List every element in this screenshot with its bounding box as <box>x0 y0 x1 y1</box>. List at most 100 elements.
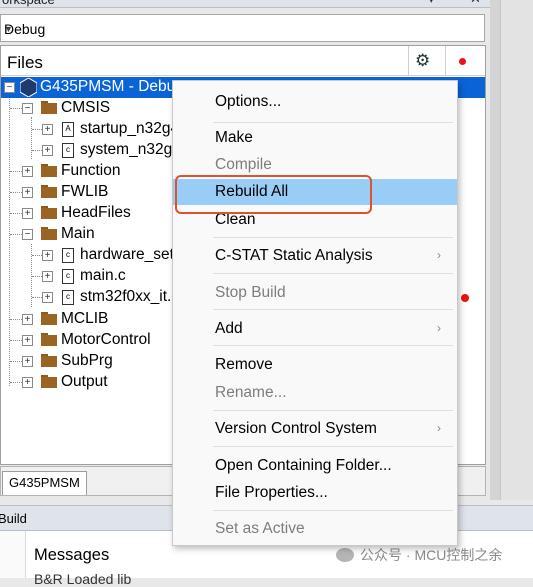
messages-column-header[interactable]: Messages <box>34 546 109 565</box>
tree-guide-line <box>10 171 22 172</box>
menu-item-version-control[interactable]: Version Control System › <box>173 416 457 442</box>
tree-guide-line <box>32 297 42 298</box>
annotation-highlight <box>175 175 372 214</box>
tree-item-label: main.c <box>80 267 126 284</box>
expand-icon[interactable]: + <box>22 187 33 198</box>
folder-icon <box>41 101 57 114</box>
tree-guide-line <box>10 319 22 320</box>
folder-icon <box>41 164 57 177</box>
menu-item-cstat[interactable]: C-STAT Static Analysis › <box>173 243 457 269</box>
pane-menu-icon[interactable]: ▾ <box>428 0 435 7</box>
menu-separator <box>213 122 453 123</box>
menu-item-options[interactable]: Options... <box>173 89 457 115</box>
configuration-select[interactable]: Debug ▼ <box>0 14 485 42</box>
workspace-title-bar: orkspace ▾ ✕ <box>0 0 490 8</box>
menu-separator <box>213 446 453 447</box>
wechat-icon <box>336 548 354 562</box>
expand-icon[interactable]: + <box>22 335 33 346</box>
menu-separator <box>213 510 453 511</box>
chevron-right-icon: › <box>437 321 441 335</box>
watermark-text: 公众号 · MCU控制之余 <box>360 547 503 563</box>
folder-icon <box>41 206 57 219</box>
tab-project[interactable]: G435PMSM <box>2 471 87 495</box>
tree-item-label: Function <box>61 162 121 179</box>
folder-icon <box>41 185 57 198</box>
c-file-icon: c <box>62 143 74 158</box>
pane-close-icon[interactable]: ✕ <box>470 0 481 7</box>
tree-guide-line <box>32 255 42 256</box>
expand-icon[interactable]: + <box>22 166 33 177</box>
collapse-icon[interactable]: − <box>22 103 33 114</box>
collapse-icon[interactable]: − <box>4 82 15 93</box>
tree-item-label: SubPrg <box>61 352 113 369</box>
tree-guide-line <box>10 108 22 109</box>
project-icon <box>20 78 37 97</box>
chevron-down-icon: ▼ <box>4 24 13 34</box>
files-header-label: Files <box>7 53 43 72</box>
expand-icon[interactable]: + <box>42 124 53 135</box>
expand-icon[interactable]: + <box>42 292 53 303</box>
collapse-icon[interactable]: − <box>22 229 33 240</box>
tree-item-label: stm32f0xx_it.c <box>80 288 180 305</box>
folder-icon <box>41 227 57 240</box>
tree-item-label: MCLIB <box>61 310 109 327</box>
tree-guide-line <box>10 361 22 362</box>
menu-item-open-folder[interactable]: Open Containing Folder... <box>173 453 457 479</box>
menu-separator <box>213 237 453 238</box>
folder-icon <box>41 312 57 325</box>
workspace-title: orkspace <box>2 0 55 7</box>
expand-icon[interactable]: + <box>22 356 33 367</box>
breakpoint-icon[interactable] <box>461 294 469 302</box>
chevron-right-icon: › <box>437 248 441 262</box>
build-title: Build <box>0 511 27 526</box>
tree-guide-line <box>10 340 22 341</box>
tree-guide-line <box>10 213 22 214</box>
expand-icon[interactable]: + <box>42 250 53 261</box>
c-file-icon: c <box>62 248 74 263</box>
menu-separator <box>213 410 453 411</box>
asm-file-icon: A <box>62 122 74 137</box>
menu-item-rename: Rename... <box>215 384 287 401</box>
menu-item-remove[interactable]: Remove <box>173 352 457 378</box>
chevron-right-icon: › <box>437 421 441 435</box>
tree-item-label: G435PMSM - Debug <box>40 78 184 95</box>
tree-guide-line <box>32 129 42 130</box>
tree-guide-line <box>10 234 22 235</box>
column-divider <box>408 46 409 76</box>
right-gutter <box>490 0 533 500</box>
tree-guide-line <box>10 192 22 193</box>
build-message-line: B&R Loaded lib <box>34 571 132 587</box>
menu-item-file-properties[interactable]: File Properties... <box>173 480 457 506</box>
folder-icon <box>41 333 57 346</box>
c-file-icon: c <box>62 290 74 305</box>
tree-guide-line <box>10 382 22 383</box>
build-gutter <box>0 531 26 578</box>
expand-icon[interactable]: + <box>22 314 33 325</box>
watermark: 公众号 · MCU控制之余 <box>336 545 502 565</box>
tree-item-label: MotorControl <box>61 331 151 348</box>
files-header: Files ⚙ <box>1 46 485 76</box>
expand-icon[interactable]: + <box>22 208 33 219</box>
menu-separator <box>213 345 453 346</box>
expand-icon[interactable]: + <box>42 271 53 282</box>
column-divider <box>445 46 446 76</box>
menu-separator <box>213 309 453 310</box>
gear-icon[interactable]: ⚙ <box>415 51 430 71</box>
expand-icon[interactable]: + <box>42 145 53 156</box>
menu-separator <box>213 273 453 274</box>
editor-edge <box>500 0 533 500</box>
breakpoint-column-icon <box>459 58 466 65</box>
tree-item-label: CMSIS <box>61 99 111 116</box>
tree-guide-line <box>32 276 42 277</box>
context-menu: Options... Make Compile Rebuild All Clea… <box>172 80 458 546</box>
c-file-icon: c <box>62 269 74 284</box>
tree-guide-line <box>32 150 42 151</box>
tree-item-label: FWLIB <box>61 183 109 200</box>
tree-item-label: HeadFiles <box>61 204 131 221</box>
folder-icon <box>41 354 57 367</box>
menu-item-stop-build: Stop Build <box>215 284 286 301</box>
menu-item-add[interactable]: Add › <box>173 316 457 342</box>
menu-item-make[interactable]: Make <box>173 125 457 151</box>
expand-icon[interactable]: + <box>22 377 33 388</box>
folder-icon <box>41 375 57 388</box>
